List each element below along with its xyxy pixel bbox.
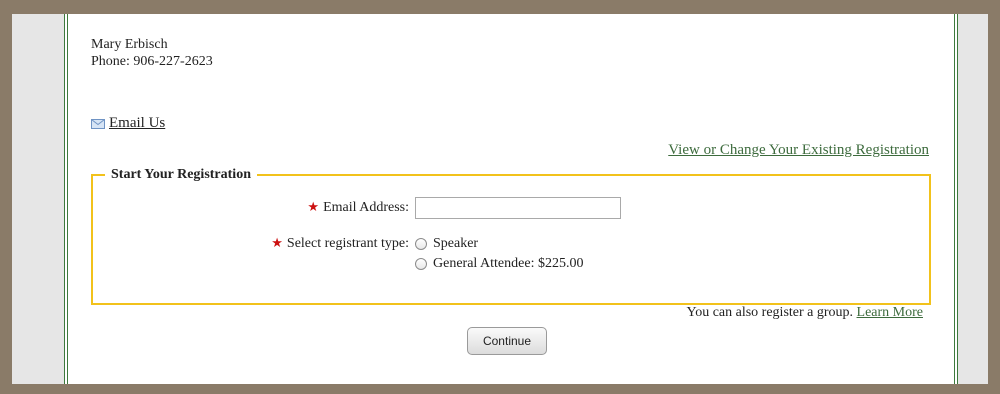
- contact-name: Mary Erbisch: [91, 37, 168, 52]
- group-registration-note: You can also register a group. Learn Mor…: [686, 305, 923, 321]
- radio-option-label: Speaker: [433, 236, 479, 251]
- group-registration-text: You can also register a group.: [686, 305, 854, 320]
- email-label: Email Address:: [323, 200, 409, 215]
- content-panel: Mary Erbisch Phone: 906-227-2623 Email U…: [64, 14, 958, 384]
- radio-button-icon[interactable]: [415, 238, 427, 250]
- required-star-icon: ★: [271, 235, 283, 250]
- radio-option-general-attendee[interactable]: General Attendee: $225.00: [415, 255, 583, 273]
- view-change-registration-link[interactable]: View or Change Your Existing Registratio…: [668, 142, 929, 159]
- registrant-type-label-cell: ★ Select registrant type:: [93, 235, 415, 252]
- registrant-type-row: ★ Select registrant type: Speaker General…: [93, 235, 583, 273]
- contact-phone: Phone: 906-227-2623: [91, 54, 213, 69]
- registrant-type-options: Speaker General Attendee: $225.00: [415, 235, 583, 273]
- email-input[interactable]: [415, 197, 621, 219]
- registrant-type-label: Select registrant type:: [286, 236, 409, 251]
- email-us-link[interactable]: Email Us: [109, 115, 165, 132]
- email-row: ★ Email Address:: [93, 197, 621, 219]
- email-us[interactable]: Email Us: [91, 115, 165, 132]
- continue-button[interactable]: Continue: [467, 327, 547, 355]
- radio-button-icon[interactable]: [415, 258, 427, 270]
- radio-option-label: General Attendee: $225.00: [433, 256, 584, 271]
- radio-option-speaker[interactable]: Speaker: [415, 235, 583, 253]
- envelope-icon: [91, 118, 105, 129]
- email-label-cell: ★ Email Address:: [93, 197, 415, 216]
- registration-fieldset: Start Your Registration ★ Email Address: …: [91, 167, 931, 320]
- registration-legend: Start Your Registration: [111, 167, 251, 182]
- required-star-icon: ★: [307, 199, 320, 214]
- learn-more-link[interactable]: Learn More: [857, 305, 923, 320]
- contact-info: Mary Erbisch Phone: 906-227-2623: [91, 36, 213, 70]
